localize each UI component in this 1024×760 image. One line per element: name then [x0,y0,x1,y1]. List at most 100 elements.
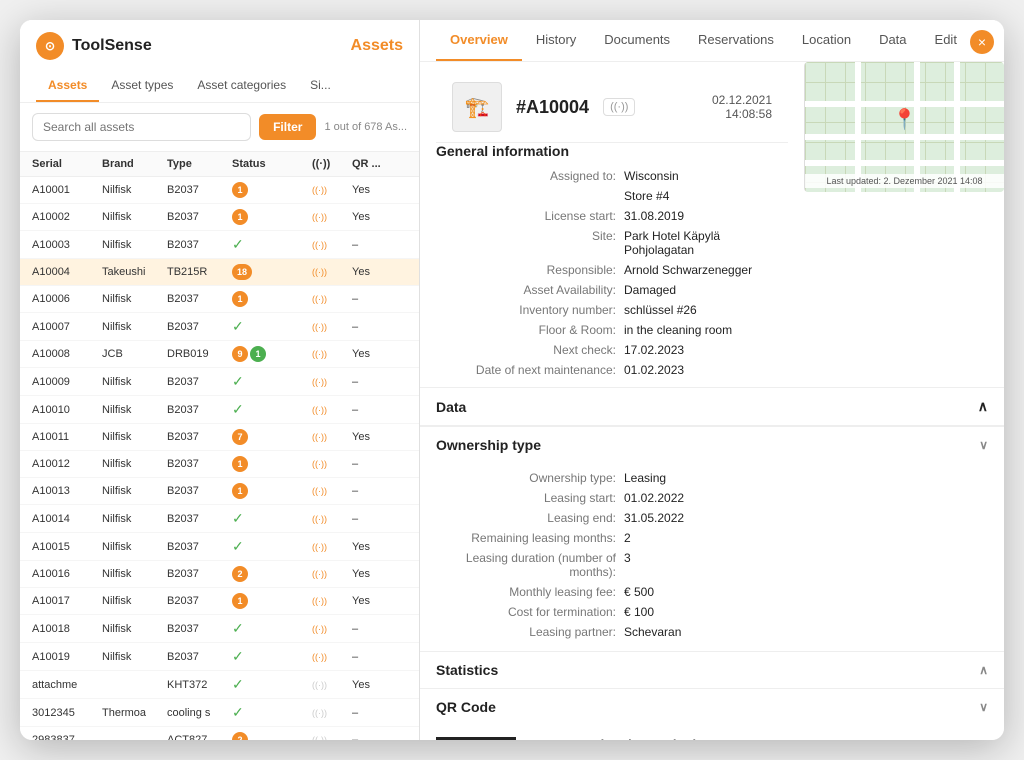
cell-status: 18 [232,264,312,280]
label-ownership-type: Ownership type: [436,471,616,485]
value-site: Park Hotel KäpyläPohjolagatan [624,229,788,257]
cell-serial: A10015 [32,541,102,553]
col-qr: QR ... [352,158,392,170]
qr-section-header[interactable]: QR Code ∨ [420,689,1004,725]
tab-asset-categories[interactable]: Asset categories [185,70,298,102]
table-row[interactable]: A10001 Nilfisk B2037 1 ((·)) Yes [20,177,419,204]
tab-data[interactable]: Data [865,20,920,61]
table-row[interactable]: A10017 Nilfisk B2037 1 ((·)) Yes [20,588,419,615]
map-thumbnail[interactable]: 📍 Last updated: 2. Dezember 2021 14:08 [804,62,1004,192]
statistics-chevron-icon: ∧ [979,663,988,677]
search-input[interactable] [32,113,251,141]
value-termination-cost: € 100 [624,605,988,619]
asset-top-row: 🏗️ #A10004 ((·)) 02.12.2021 14:08:58 Gen… [420,62,1004,388]
tab-overview[interactable]: Overview [436,20,522,61]
table-row[interactable]: A10019 Nilfisk B2037 ✓ ((·)) – [20,643,419,671]
value-floor: in the cleaning room [624,323,788,337]
left-header: ⊙ ToolSense Assets Assets Asset types As… [20,20,419,103]
ownership-grid: Ownership type: Leasing Leasing start: 0… [436,471,988,639]
cell-signal: ((·)) [312,293,352,305]
data-section: Data ∧ [420,388,1004,427]
statistics-section: Statistics ∧ [420,652,1004,689]
cell-qr: Yes [352,568,392,580]
ownership-section-header[interactable]: Ownership type ∨ [420,427,1004,463]
brand-row: ⊙ ToolSense Assets [36,32,403,60]
table-row[interactable]: A10013 Nilfisk B2037 1 ((·)) – [20,478,419,505]
qr-title: QR Code [436,699,496,715]
ownership-chevron-icon: ∨ [979,438,988,452]
cell-serial: A10012 [32,458,102,470]
cell-type: B2037 [167,541,232,553]
table-row[interactable]: A10002 Nilfisk B2037 1 ((·)) Yes [20,204,419,231]
table-row[interactable]: 2983837 ACT827 2 ((·)) – [20,727,419,740]
general-info-grid: Assigned to: Wisconsin Store #4 License … [436,169,788,377]
cell-qr: Yes [352,595,392,607]
cell-type: B2037 [167,239,232,251]
left-tab-row: Assets Asset types Asset categories Si..… [36,70,403,102]
cell-qr: – [352,513,392,525]
cell-qr: – [352,404,392,416]
label-leasing-end: Leasing end: [436,511,616,525]
table-row[interactable]: A10007 Nilfisk B2037 ✓ ((·)) – [20,313,419,341]
asset-date: 02.12.2021 [712,93,772,107]
cell-status: 7 [232,429,312,445]
left-panel: ⊙ ToolSense Assets Assets Asset types As… [20,20,420,740]
close-button[interactable]: × [970,30,994,54]
filter-button[interactable]: Filter [259,114,316,140]
tab-reservations[interactable]: Reservations [684,20,788,61]
table-row[interactable]: A10012 Nilfisk B2037 1 ((·)) – [20,451,419,478]
cell-type: B2037 [167,623,232,635]
cell-serial: attachme [32,679,102,691]
assets-title: Assets [351,37,403,55]
statistics-title: Statistics [436,662,498,678]
cell-status: 1 [232,209,312,225]
result-count: 1 out of 678 As... [324,121,407,133]
table-row[interactable]: A10015 Nilfisk B2037 ✓ ((·)) Yes [20,533,419,561]
cell-signal: ((·)) [312,184,352,196]
cell-serial: A10017 [32,595,102,607]
table-row[interactable]: A10014 Nilfisk B2037 ✓ ((·)) – [20,505,419,533]
tab-location[interactable]: Location [788,20,865,61]
tab-documents[interactable]: Documents [590,20,684,61]
table-row[interactable]: A10009 Nilfisk B2037 ✓ ((·)) – [20,368,419,396]
cell-qr: Yes [352,541,392,553]
label-floor: Floor & Room: [436,323,616,337]
value-next-check: 17.02.2023 [624,343,788,357]
tab-edit[interactable]: Edit [921,20,971,61]
cell-signal: ((·)) [312,376,352,388]
value-leasing-start: 01.02.2022 [624,491,988,505]
table-row[interactable]: A10008 JCB DRB019 91 ((·)) Yes [20,341,419,368]
tab-history[interactable]: History [522,20,590,61]
table-row[interactable]: 3012345 Thermoa cooling s ✓ ((·)) – [20,699,419,727]
table-row[interactable]: attachme KHT372 ✓ ((·)) Yes [20,671,419,699]
value-leasing-partner: Schevaran [624,625,988,639]
table-row[interactable]: A10010 Nilfisk B2037 ✓ ((·)) – [20,396,419,424]
asset-image: 🏗️ [452,82,502,132]
right-header: Overview History Documents Reservations … [420,20,1004,62]
tab-assets[interactable]: Assets [36,70,99,102]
table-row[interactable]: A10006 Nilfisk B2037 1 ((·)) – [20,286,419,313]
table-row[interactable]: A10011 Nilfisk B2037 7 ((·)) Yes [20,424,419,451]
label-leasing-start: Leasing start: [436,491,616,505]
cell-serial: A10008 [32,348,102,360]
cell-qr: – [352,239,392,251]
cell-qr: Yes [352,266,392,278]
cell-signal: ((·)) [312,485,352,497]
cell-type: B2037 [167,184,232,196]
statistics-section-header[interactable]: Statistics ∧ [420,652,1004,688]
cell-type: B2037 [167,458,232,470]
cell-brand: Nilfisk [102,458,167,470]
cell-signal: ((·)) [312,211,352,223]
label-termination-cost: Cost for termination: [436,605,616,619]
table-row[interactable]: A10016 Nilfisk B2037 2 ((·)) Yes [20,561,419,588]
table-row[interactable]: A10003 Nilfisk B2037 ✓ ((·)) – [20,231,419,259]
table-row[interactable]: A10004 Takeushi TB215R 18 ((·)) Yes [20,259,419,286]
tab-asset-types[interactable]: Asset types [99,70,185,102]
cell-brand: JCB [102,348,167,360]
tab-sites[interactable]: Si... [298,70,343,102]
data-section-header[interactable]: Data ∧ [420,388,1004,426]
cell-brand: Nilfisk [102,541,167,553]
table-row[interactable]: A10018 Nilfisk B2037 ✓ ((·)) – [20,615,419,643]
label-availability: Asset Availability: [436,283,616,297]
cell-serial: 2983837 [32,734,102,740]
